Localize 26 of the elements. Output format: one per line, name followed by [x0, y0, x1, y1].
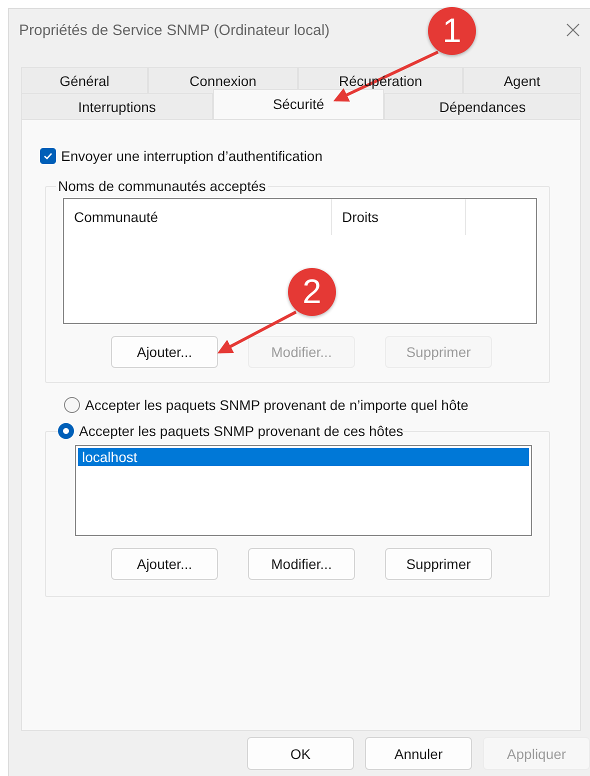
group-title: Noms de communautés acceptés — [57, 178, 267, 194]
ok-button[interactable]: OK — [247, 737, 354, 770]
tab[interactable]: Agent — [463, 67, 581, 93]
radio-label: Accepter les paquets SNMP provenant de n’importe quel hôte — [85, 397, 468, 413]
checkbox[interactable] — [40, 148, 56, 164]
tab[interactable]: Interruptions — [21, 93, 213, 119]
radio-button[interactable] — [64, 397, 80, 413]
remove-button[interactable]: Supprimer — [385, 548, 492, 580]
tab[interactable]: Sécurité — [213, 89, 384, 119]
list-item[interactable]: localhost — [78, 448, 529, 466]
checkmark-icon — [43, 151, 53, 161]
radio-button[interactable] — [58, 423, 74, 439]
window-title: Propriétés de Service SNMP (Ordinateur local) — [19, 22, 330, 38]
edit-button[interactable]: Modifier... — [248, 548, 355, 580]
checkbox-label: Envoyer une interruption d’authentification — [61, 148, 323, 164]
close-icon[interactable] — [566, 23, 580, 37]
tab[interactable]: Général — [21, 67, 148, 93]
column-header[interactable]: Communauté — [64, 199, 332, 235]
radio-label: Accepter les paquets SNMP provenant de ces hôtes — [79, 423, 404, 439]
tab[interactable]: Connexion — [148, 67, 298, 93]
host-list[interactable]: localhost — [75, 445, 532, 536]
column-header[interactable]: Droits — [332, 199, 466, 235]
add-button[interactable]: Ajouter... — [111, 336, 218, 368]
add-button[interactable]: Ajouter... — [111, 548, 218, 580]
tab[interactable]: Dépendances — [384, 93, 581, 119]
cancel-button[interactable]: Annuler — [365, 737, 472, 770]
